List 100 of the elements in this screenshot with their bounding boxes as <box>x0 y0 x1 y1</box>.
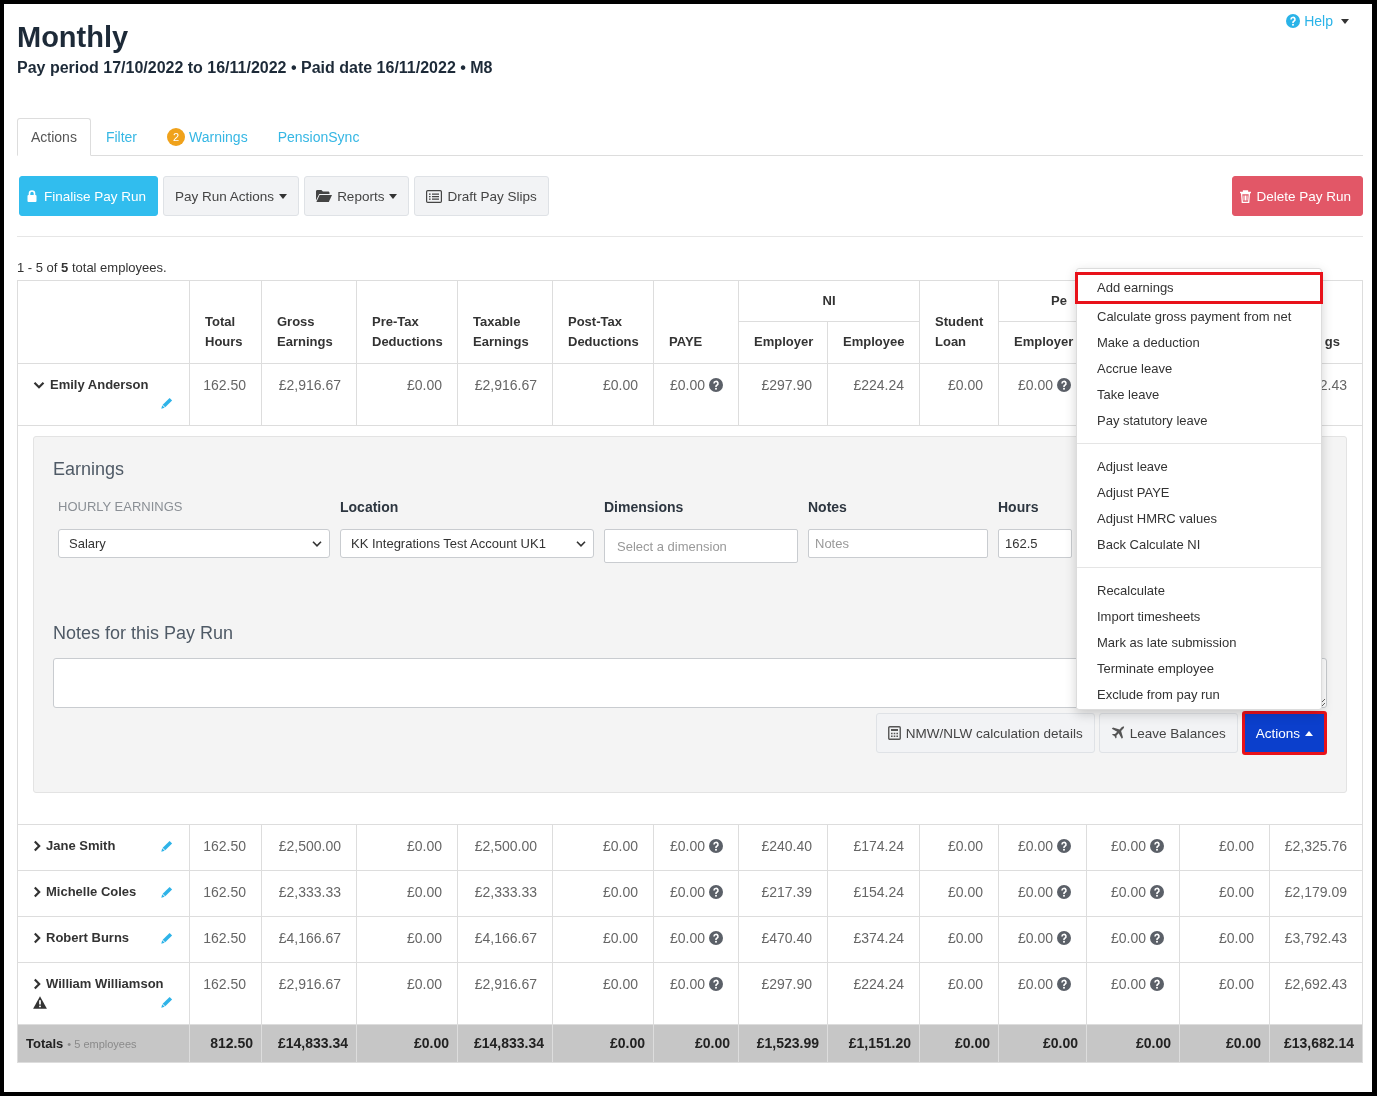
table-cell: £0.00 <box>1017 377 1053 393</box>
totals-label: Totals <box>26 1036 64 1051</box>
trash-icon <box>1240 189 1252 203</box>
help-icon[interactable] <box>709 931 723 945</box>
column-header: Taxable Earnings <box>457 280 553 364</box>
total-cell: 812.50 <box>189 1024 262 1063</box>
help-icon[interactable] <box>1057 885 1071 899</box>
table-cell: £4,166.67 <box>457 916 553 963</box>
column-header: Pre-Tax Deductions <box>356 280 458 364</box>
chevron-right-icon[interactable] <box>33 840 41 852</box>
table-cell: £0.00 <box>919 870 999 917</box>
table-cell: £297.90 <box>738 962 828 1025</box>
menu-item[interactable]: Terminate employee <box>1077 656 1321 682</box>
menu-item[interactable]: Back Calculate NI <box>1077 532 1321 558</box>
reports-button[interactable]: Reports <box>304 176 410 216</box>
total-cell: £0.00 <box>1179 1024 1270 1063</box>
table-cell: £0.00 <box>1017 884 1053 900</box>
table-cell: 162.50 <box>189 870 262 917</box>
dropdown-field[interactable]: Salary <box>58 529 330 558</box>
table-cell: £2,179.09 <box>1269 870 1363 917</box>
employee-count-text: 1 - 5 of 5 total employees. <box>17 259 168 277</box>
help-icon[interactable] <box>709 839 723 853</box>
table-cell: £174.24 <box>827 824 920 871</box>
table-cell: £0.00 <box>919 363 999 426</box>
chevron-down-icon <box>312 540 322 547</box>
menu-item[interactable]: Mark as late submission <box>1077 630 1321 656</box>
table-cell: £470.40 <box>738 916 828 963</box>
help-icon[interactable] <box>1150 839 1164 853</box>
table-cell: 162.50 <box>189 962 262 1025</box>
table-cell: £297.90 <box>738 363 828 426</box>
employee-name[interactable]: Emily Anderson <box>50 375 149 395</box>
table-cell: £2,325.76 <box>1269 824 1363 871</box>
input-field[interactable]: Select a dimension <box>604 529 798 563</box>
column-header: PAYE <box>653 280 739 364</box>
column-header: Post-Tax Deductions <box>552 280 654 364</box>
plane-icon <box>1110 726 1125 740</box>
draft-pay-slips-button[interactable]: Draft Pay Slips <box>414 176 549 216</box>
column-group-header: NI <box>738 280 920 322</box>
tab[interactable]: Actions <box>17 118 91 156</box>
menu-item[interactable]: Add earnings <box>1075 272 1323 304</box>
table-cell: £240.40 <box>738 824 828 871</box>
dropdown-field[interactable]: KK Integrations Test Account UK1 <box>340 529 594 558</box>
table-cell: £0.00 <box>1110 884 1146 900</box>
employee-name[interactable]: Jane Smith <box>46 836 116 856</box>
total-cell: £13,682.14 <box>1269 1024 1363 1063</box>
count-badge: 2 <box>167 128 186 146</box>
table-cell: £0.00 <box>356 962 458 1025</box>
chevron-down-icon[interactable] <box>33 381 45 389</box>
help-icon[interactable] <box>1057 378 1071 392</box>
table-cell: £0.00 <box>669 976 705 992</box>
help-icon[interactable] <box>1057 977 1071 991</box>
help-icon[interactable] <box>709 885 723 899</box>
menu-item[interactable]: Make a deduction <box>1077 330 1321 356</box>
chevron-right-icon[interactable] <box>33 978 41 990</box>
table-cell: £2,500.00 <box>457 824 553 871</box>
total-cell: £0.00 <box>919 1024 999 1063</box>
section-title: Notes for this Pay Run <box>53 622 234 645</box>
table-cell: £2,333.33 <box>457 870 553 917</box>
menu-item[interactable]: Take leave <box>1077 382 1321 408</box>
chevron-right-icon[interactable] <box>33 886 41 898</box>
delete-button[interactable]: Delete Pay Run <box>1232 176 1363 216</box>
input-field[interactable]: 162.5 <box>998 529 1072 558</box>
table-cell: £0.00 <box>552 870 654 917</box>
help-icon[interactable] <box>709 977 723 991</box>
help-icon[interactable] <box>1150 977 1164 991</box>
menu-item[interactable]: Adjust HMRC values <box>1077 506 1321 532</box>
actions-button[interactable]: Actions <box>1241 711 1327 755</box>
help-icon[interactable] <box>1057 839 1071 853</box>
help-icon[interactable] <box>709 378 723 392</box>
table-cell: £0.00 <box>669 838 705 854</box>
help-icon[interactable] <box>1150 885 1164 899</box>
table-cell: £217.39 <box>738 870 828 917</box>
table-cell: £0.00 <box>669 884 705 900</box>
table-cell: £0.00 <box>1017 976 1053 992</box>
table-cell: £0.00 <box>669 377 705 393</box>
input-field[interactable]: Notes <box>808 529 988 558</box>
menu-item[interactable]: Adjust PAYE <box>1077 480 1321 506</box>
leave-balances-button[interactable]: Leave Balances <box>1098 713 1238 753</box>
field-label: Dimensions <box>604 498 685 516</box>
pay-run-actions-button[interactable]: Pay Run Actions <box>163 176 300 216</box>
menu-item[interactable]: Accrue leave <box>1077 356 1321 382</box>
menu-item[interactable]: Calculate gross payment from net <box>1077 304 1321 330</box>
column-header: Student Loan <box>919 280 999 364</box>
menu-item[interactable]: Recalculate <box>1077 578 1321 604</box>
field-label: Location <box>340 498 400 516</box>
menu-item[interactable]: Adjust leave <box>1077 454 1321 480</box>
table-cell: £0.00 <box>1110 976 1146 992</box>
help-icon[interactable] <box>1057 931 1071 945</box>
table-cell: £0.00 <box>1179 870 1270 917</box>
table-cell: 162.50 <box>189 824 262 871</box>
table-cell: £2,692.43 <box>1269 962 1363 1025</box>
total-cell: £1,523.99 <box>738 1024 828 1063</box>
employee-total-note: • 5 employees <box>67 1038 137 1050</box>
chevron-right-icon[interactable] <box>33 932 41 944</box>
menu-item[interactable]: Pay statutory leave <box>1077 408 1321 434</box>
nmw-details-button[interactable]: NMW/NLW calculation details <box>875 713 1095 753</box>
table-cell: £0.00 <box>552 962 654 1025</box>
menu-item[interactable]: Exclude from pay run <box>1077 682 1321 708</box>
help-icon[interactable] <box>1150 931 1164 945</box>
menu-item[interactable]: Import timesheets <box>1077 604 1321 630</box>
